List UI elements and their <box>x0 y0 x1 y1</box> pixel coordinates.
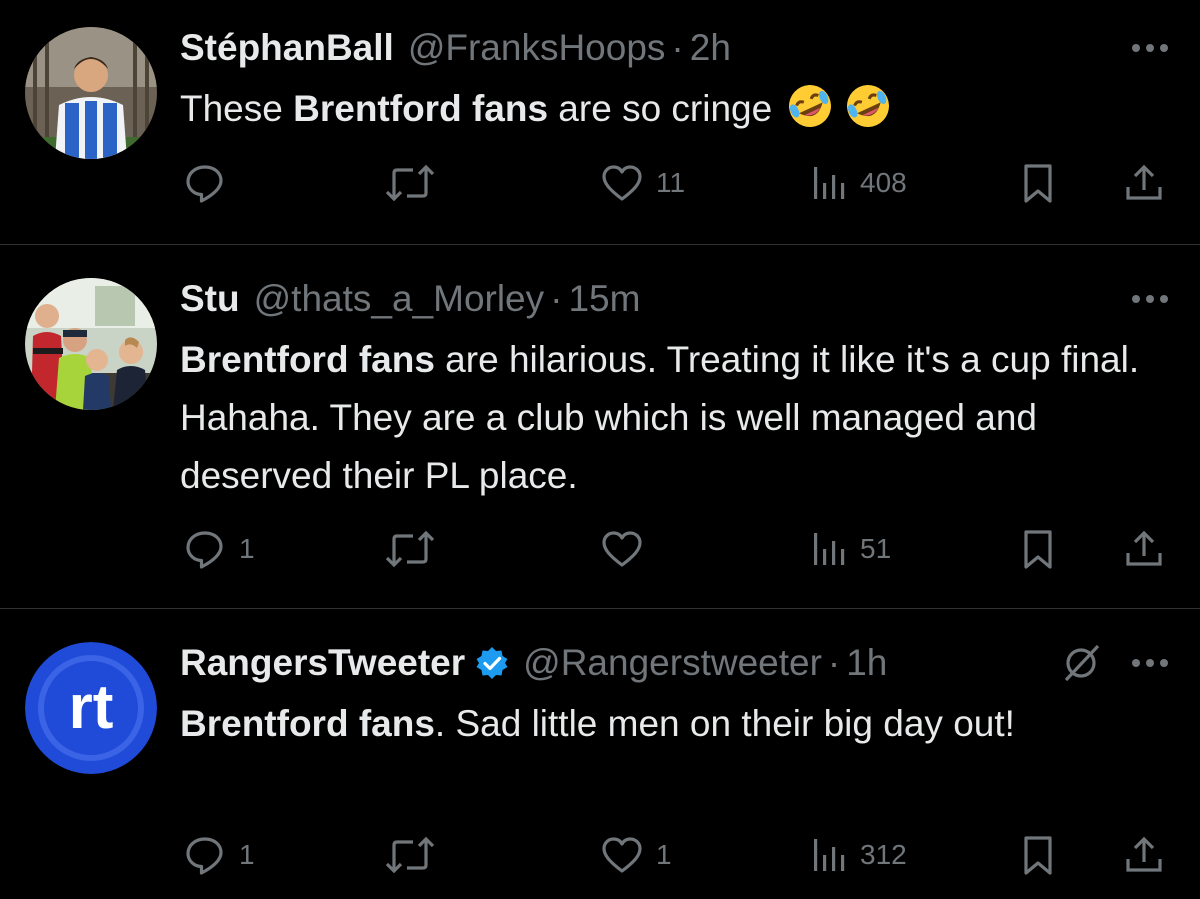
share-icon <box>1126 836 1162 872</box>
views-count: 408 <box>860 167 907 198</box>
tweet-3[interactable]: rt RangersTweeter @Rangerstweeter · 1h B… <box>0 609 1200 899</box>
bookmark-icon <box>1024 836 1052 875</box>
bookmark-icon <box>1024 530 1052 569</box>
separator-dot: · <box>671 27 684 68</box>
like-count: 11 <box>656 167 686 198</box>
reply-count: 1 <box>239 533 255 564</box>
user-handle[interactable]: @thats_a_Morley <box>254 278 545 320</box>
share-button[interactable] <box>1122 160 1166 206</box>
share-icon <box>1126 530 1162 566</box>
tweet-text-bold: Brentford fans <box>180 339 435 380</box>
timestamp[interactable]: 1h <box>846 642 887 684</box>
bookmark-button[interactable] <box>1018 160 1058 206</box>
avatar-logo-text: rt <box>69 673 114 742</box>
tweet-actions: 11 408 <box>0 160 1200 206</box>
timestamp[interactable]: 2h <box>690 27 731 69</box>
like-button[interactable]: 1 <box>600 832 672 878</box>
more-icon[interactable] <box>1130 657 1170 669</box>
reply-icon <box>186 837 223 875</box>
retweet-button[interactable] <box>383 832 449 878</box>
reply-button[interactable]: 1 <box>183 526 255 572</box>
views-icon <box>814 533 845 565</box>
reply-icon <box>186 165 223 203</box>
separator-dot: · <box>827 642 841 683</box>
timestamp[interactable]: 15m <box>568 278 640 320</box>
views-button[interactable]: 408 <box>808 160 907 206</box>
display-name[interactable]: StéphanBall <box>180 27 394 69</box>
retweet-icon <box>385 530 435 568</box>
views-count: 312 <box>860 839 907 870</box>
share-button[interactable] <box>1122 526 1166 572</box>
reply-button[interactable]: 1 <box>183 832 255 878</box>
reply-count: 1 <box>239 839 255 870</box>
retweet-button[interactable] <box>383 160 449 206</box>
like-icon <box>602 531 642 567</box>
like-button[interactable] <box>600 526 656 572</box>
share-button[interactable] <box>1122 832 1166 878</box>
tweet-header: Stu @thats_a_Morley · 15m <box>180 274 640 324</box>
tweet-text-part: These <box>180 88 294 129</box>
reply-icon <box>186 531 223 569</box>
rolling-on-floor-laughing-emoji <box>844 82 892 130</box>
avatar[interactable] <box>25 27 157 159</box>
user-handle[interactable]: @Rangerstweeter <box>523 642 822 684</box>
tweet-text: Brentford fans are hilarious. Treating i… <box>180 331 1155 505</box>
tweet-1[interactable]: StéphanBall @FranksHoops · 2h These Bren… <box>0 0 1200 244</box>
tweet-header: RangersTweeter @Rangerstweeter · 1h <box>180 638 887 688</box>
more-icon[interactable] <box>1130 42 1170 54</box>
tweet-text: Brentford fans. Sad little men on their … <box>180 695 1110 753</box>
retweet-button[interactable] <box>383 526 449 572</box>
retweet-icon <box>385 836 435 874</box>
display-name[interactable]: RangersTweeter <box>180 642 465 684</box>
like-icon <box>602 165 642 201</box>
tweet-text: These Brentford fans are so cringe <box>180 80 1170 138</box>
views-icon <box>814 167 845 199</box>
tweet-text-bold: Brentford fans <box>293 88 549 129</box>
views-button[interactable]: 312 <box>808 832 907 878</box>
tweet-actions: 1 51 <box>0 526 1200 572</box>
rolling-on-floor-laughing-emoji <box>786 82 834 130</box>
views-icon <box>814 839 845 871</box>
mute-icon[interactable] <box>1060 642 1102 684</box>
avatar[interactable]: rt <box>25 642 157 774</box>
avatar[interactable] <box>25 278 157 410</box>
like-count: 1 <box>656 839 672 870</box>
separator-dot: · <box>550 278 563 319</box>
more-icon[interactable] <box>1130 293 1170 305</box>
tweet-2[interactable]: Stu @thats_a_Morley · 15m Brentford fans… <box>0 245 1200 607</box>
reply-button[interactable] <box>183 160 239 206</box>
tweet-header: StéphanBall @FranksHoops · 2h <box>180 23 731 73</box>
like-icon <box>602 837 642 873</box>
bookmark-button[interactable] <box>1018 526 1058 572</box>
verified-badge-icon <box>475 646 509 680</box>
bookmark-button[interactable] <box>1018 832 1058 878</box>
display-name[interactable]: Stu <box>180 278 240 320</box>
retweet-icon <box>385 164 435 202</box>
share-icon <box>1126 164 1162 200</box>
views-button[interactable]: 51 <box>808 526 891 572</box>
tweet-text-part: are so cringe <box>548 88 773 129</box>
tweet-text-part: . Sad little men on their big day out! <box>434 703 1015 744</box>
views-count: 51 <box>860 533 892 564</box>
user-handle[interactable]: @FranksHoops <box>408 27 666 69</box>
like-button[interactable]: 11 <box>600 160 685 206</box>
bookmark-icon <box>1024 164 1052 203</box>
tweet-actions: 1 1 312 <box>0 832 1200 878</box>
tweet-text-bold: Brentford fans <box>180 703 435 744</box>
